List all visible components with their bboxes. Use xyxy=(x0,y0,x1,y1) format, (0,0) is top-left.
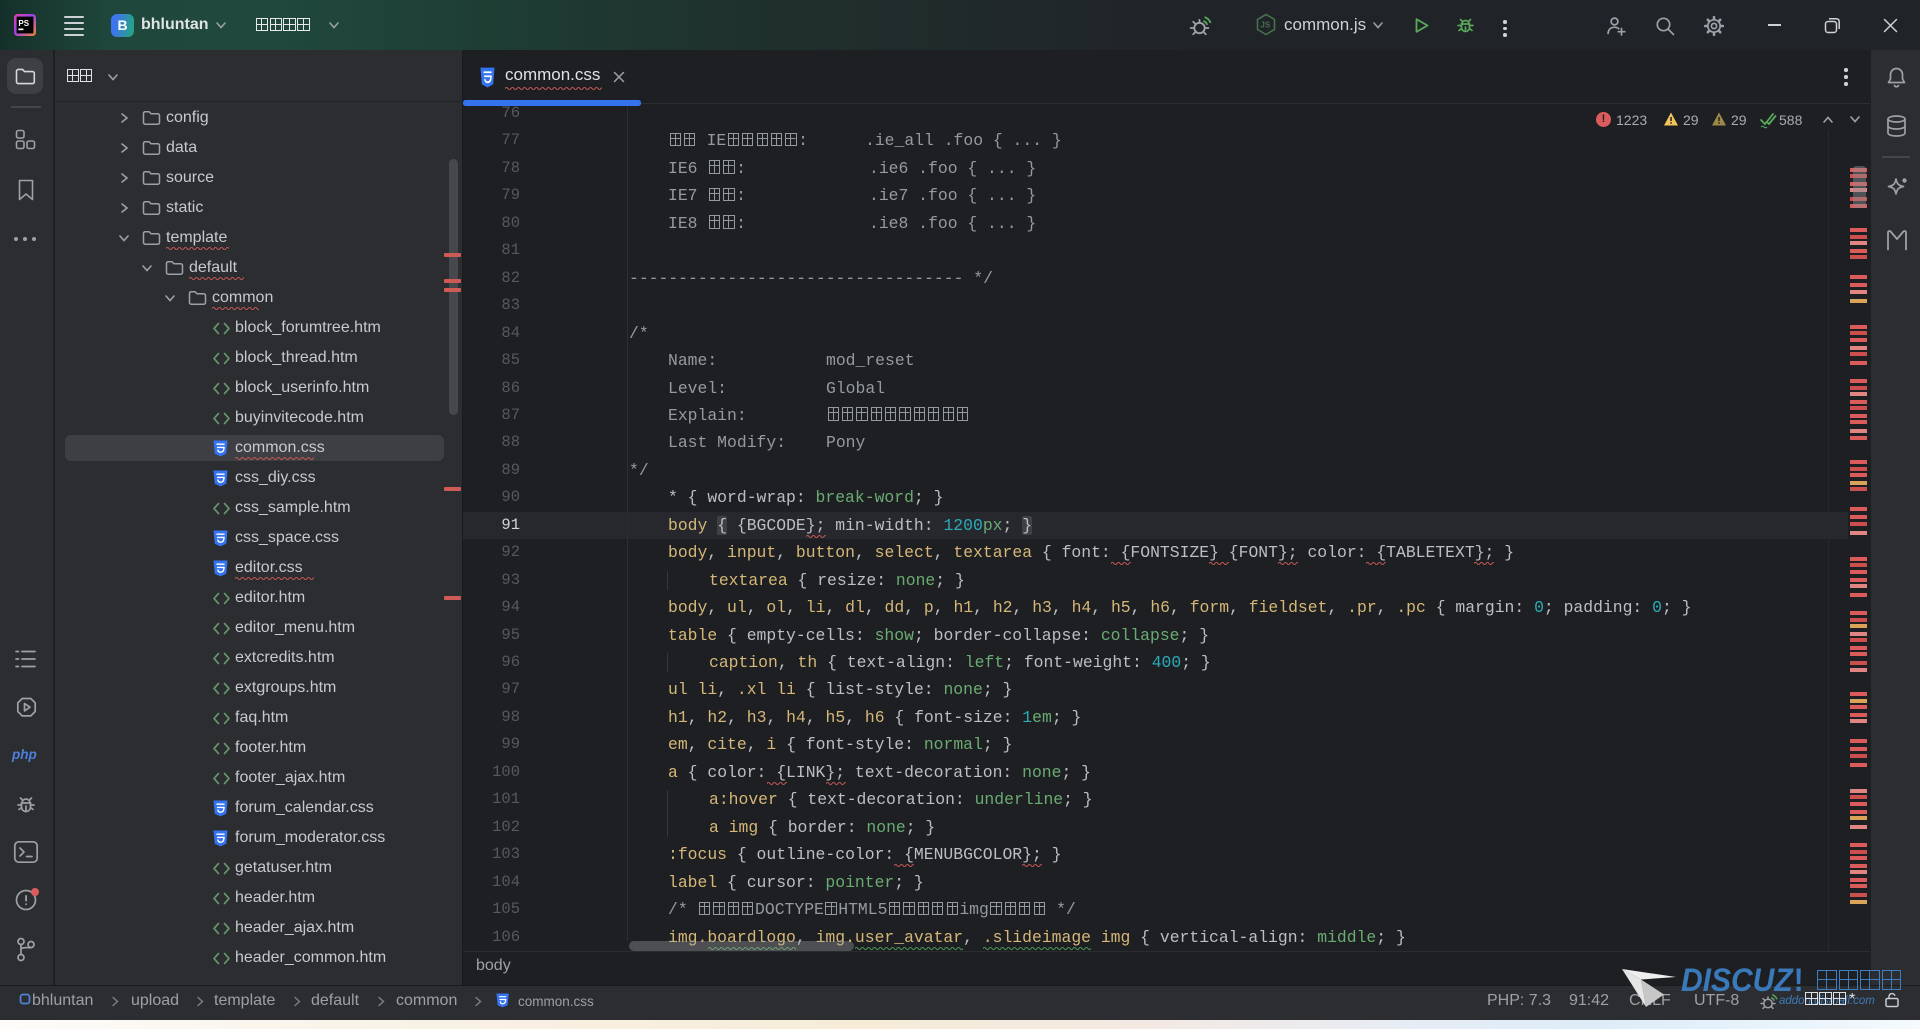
svg-text:JS: JS xyxy=(1260,21,1270,30)
svg-text:PS: PS xyxy=(18,19,29,28)
